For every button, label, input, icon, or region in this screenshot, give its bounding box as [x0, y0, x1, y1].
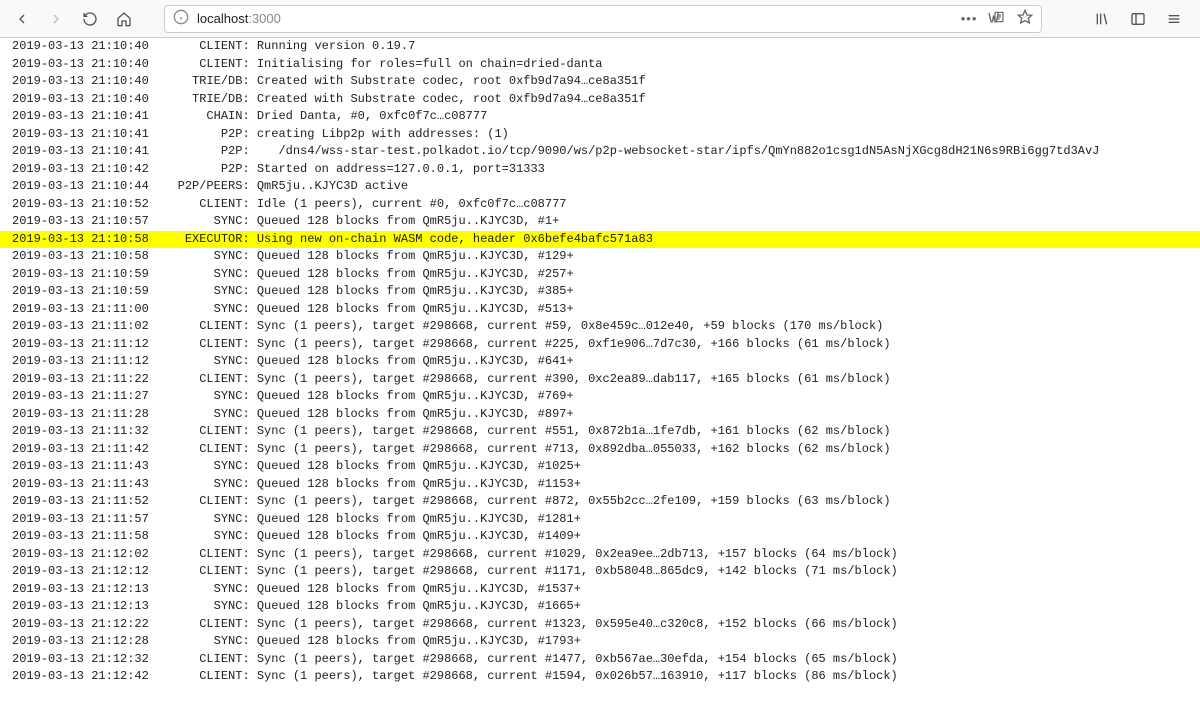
log-line: 2019-03-13 21:11:32 CLIENT: Sync (1 peer… [0, 423, 1200, 441]
log-line: 2019-03-13 21:12:13 SYNC: Queued 128 blo… [0, 598, 1200, 616]
log-line: 2019-03-13 21:11:02 CLIENT: Sync (1 peer… [0, 318, 1200, 336]
log-line: 2019-03-13 21:11:43 SYNC: Queued 128 blo… [0, 476, 1200, 494]
log-line: 2019-03-13 21:11:00 SYNC: Queued 128 blo… [0, 301, 1200, 319]
log-line: 2019-03-13 21:11:58 SYNC: Queued 128 blo… [0, 528, 1200, 546]
browser-toolbar: localhost:3000 ••• [0, 0, 1200, 38]
log-line: 2019-03-13 21:10:59 SYNC: Queued 128 blo… [0, 266, 1200, 284]
log-line: 2019-03-13 21:10:52 CLIENT: Idle (1 peer… [0, 196, 1200, 214]
log-line: 2019-03-13 21:10:41 P2P: /dns4/wss-star-… [0, 143, 1200, 161]
back-button[interactable] [8, 5, 36, 33]
log-line: 2019-03-13 21:10:44 P2P/PEERS: QmR5ju..K… [0, 178, 1200, 196]
log-line: 2019-03-13 21:10:40 CLIENT: Running vers… [0, 38, 1200, 56]
log-line: 2019-03-13 21:12:02 CLIENT: Sync (1 peer… [0, 546, 1200, 564]
log-line: 2019-03-13 21:11:52 CLIENT: Sync (1 peer… [0, 493, 1200, 511]
bookmark-star-icon[interactable] [1017, 9, 1033, 28]
log-line: 2019-03-13 21:10:40 TRIE/DB: Created wit… [0, 91, 1200, 109]
log-line: 2019-03-13 21:11:12 CLIENT: Sync (1 peer… [0, 336, 1200, 354]
log-line: 2019-03-13 21:10:59 SYNC: Queued 128 blo… [0, 283, 1200, 301]
log-line: 2019-03-13 21:11:43 SYNC: Queued 128 blo… [0, 458, 1200, 476]
log-line: 2019-03-13 21:11:12 SYNC: Queued 128 blo… [0, 353, 1200, 371]
log-line: 2019-03-13 21:11:27 SYNC: Queued 128 blo… [0, 388, 1200, 406]
log-line: 2019-03-13 21:10:58 EXECUTOR: Using new … [0, 231, 1200, 249]
home-button[interactable] [110, 5, 138, 33]
log-line: 2019-03-13 21:12:12 CLIENT: Sync (1 peer… [0, 563, 1200, 581]
log-line: 2019-03-13 21:12:13 SYNC: Queued 128 blo… [0, 581, 1200, 599]
log-line: 2019-03-13 21:10:42 P2P: Started on addr… [0, 161, 1200, 179]
log-line: 2019-03-13 21:12:42 CLIENT: Sync (1 peer… [0, 668, 1200, 686]
log-line: 2019-03-13 21:11:28 SYNC: Queued 128 blo… [0, 406, 1200, 424]
menu-icon[interactable] [1160, 5, 1188, 33]
log-line: 2019-03-13 21:10:41 CHAIN: Dried Danta, … [0, 108, 1200, 126]
forward-button[interactable] [42, 5, 70, 33]
log-line: 2019-03-13 21:10:58 SYNC: Queued 128 blo… [0, 248, 1200, 266]
url-text: localhost:3000 [197, 11, 281, 26]
site-info-icon[interactable] [173, 9, 189, 28]
sidebar-icon[interactable] [1124, 5, 1152, 33]
url-bar[interactable]: localhost:3000 ••• [164, 5, 1042, 33]
reload-button[interactable] [76, 5, 104, 33]
log-line: 2019-03-13 21:10:41 P2P: creating Libp2p… [0, 126, 1200, 144]
reader-mode-icon[interactable] [987, 9, 1007, 28]
log-line: 2019-03-13 21:11:22 CLIENT: Sync (1 peer… [0, 371, 1200, 389]
log-line: 2019-03-13 21:12:32 CLIENT: Sync (1 peer… [0, 651, 1200, 669]
library-icon[interactable] [1088, 5, 1116, 33]
log-line: 2019-03-13 21:11:42 CLIENT: Sync (1 peer… [0, 441, 1200, 459]
log-output[interactable]: 2019-03-13 21:10:40 CLIENT: Running vers… [0, 38, 1200, 704]
log-line: 2019-03-13 21:11:57 SYNC: Queued 128 blo… [0, 511, 1200, 529]
log-line: 2019-03-13 21:10:40 CLIENT: Initialising… [0, 56, 1200, 74]
log-line: 2019-03-13 21:12:22 CLIENT: Sync (1 peer… [0, 616, 1200, 634]
page-actions-icon[interactable]: ••• [961, 11, 978, 26]
log-line: 2019-03-13 21:10:57 SYNC: Queued 128 blo… [0, 213, 1200, 231]
log-line: 2019-03-13 21:10:40 TRIE/DB: Created wit… [0, 73, 1200, 91]
log-line: 2019-03-13 21:12:28 SYNC: Queued 128 blo… [0, 633, 1200, 651]
